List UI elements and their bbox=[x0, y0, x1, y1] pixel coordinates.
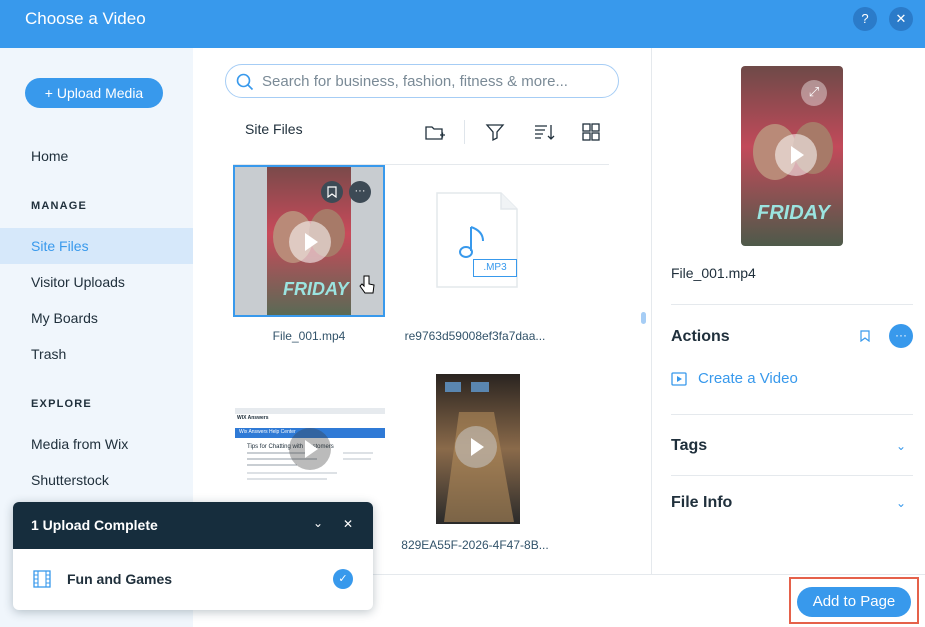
help-button[interactable]: ? bbox=[853, 7, 877, 31]
chevron-down-icon[interactable]: ⌄ bbox=[313, 516, 323, 530]
file-name: File_001.mp4 bbox=[272, 329, 346, 343]
chevron-down-icon[interactable]: ⌄ bbox=[896, 439, 906, 453]
play-icon[interactable] bbox=[289, 221, 331, 263]
sidebar-item-visitor-uploads[interactable]: Visitor Uploads bbox=[0, 264, 193, 300]
sidebar-item-trash[interactable]: Trash bbox=[0, 336, 193, 372]
mp3-badge: .MP3 bbox=[473, 259, 517, 277]
preview-thumbnail[interactable]: FRIDAY ⤢ bbox=[741, 66, 843, 246]
search-placeholder: Search for business, fashion, fitness & … bbox=[262, 73, 568, 90]
more-options-icon[interactable]: ··· bbox=[349, 181, 371, 203]
divider bbox=[671, 304, 913, 305]
details-panel: FRIDAY ⤢ File_001.mp4 Actions ··· Create… bbox=[651, 48, 925, 574]
manage-heading: MANAGE bbox=[31, 200, 88, 212]
selected-file-name: File_001.mp4 bbox=[671, 265, 756, 281]
dialog-title: Choose a Video bbox=[25, 9, 146, 28]
chevron-down-icon[interactable]: ⌄ bbox=[896, 496, 906, 510]
file-info-heading[interactable]: File Info bbox=[671, 494, 732, 512]
sidebar-item-site-files[interactable]: Site Files bbox=[0, 228, 193, 264]
new-folder-icon[interactable] bbox=[423, 120, 447, 144]
toast-title: 1 Upload Complete bbox=[31, 517, 158, 533]
search-input[interactable]: Search for business, fashion, fitness & … bbox=[225, 64, 619, 98]
grid-view-icon[interactable] bbox=[579, 120, 603, 144]
sidebar-item-media-from-wix[interactable]: Media from Wix bbox=[0, 426, 193, 462]
play-icon[interactable] bbox=[775, 134, 817, 176]
file-thumbnail-audio[interactable]: .MP3 bbox=[399, 165, 551, 317]
tags-heading[interactable]: Tags bbox=[671, 437, 707, 455]
play-icon[interactable] bbox=[455, 426, 497, 468]
sidebar-item-my-boards[interactable]: My Boards bbox=[0, 300, 193, 336]
sort-icon[interactable] bbox=[532, 120, 556, 144]
video-overlay-text: FRIDAY bbox=[283, 279, 349, 299]
add-to-page-button[interactable]: Add to Page bbox=[797, 587, 911, 617]
upload-media-button[interactable]: + Upload Media bbox=[25, 78, 163, 108]
explore-heading: EXPLORE bbox=[31, 398, 92, 410]
scrollbar-thumb[interactable] bbox=[641, 312, 646, 324]
toolbar-divider bbox=[464, 120, 465, 144]
screenshot-logo: WIX Answers bbox=[237, 415, 269, 421]
toast-header: 1 Upload Complete ⌄ ✕ bbox=[13, 502, 373, 549]
checkmark-icon: ✓ bbox=[333, 569, 353, 589]
film-icon bbox=[33, 570, 51, 593]
play-icon[interactable] bbox=[289, 428, 331, 470]
add-to-page-highlight: Add to Page bbox=[789, 577, 919, 624]
file-browser: Search for business, fashion, fitness & … bbox=[193, 48, 651, 574]
file-name: re9763d59008ef3fa7daa... bbox=[404, 329, 546, 343]
filter-icon[interactable] bbox=[483, 120, 507, 144]
video-icon bbox=[671, 371, 687, 392]
sidebar-item-shutterstock[interactable]: Shutterstock bbox=[0, 462, 193, 498]
create-video-label: Create a Video bbox=[698, 370, 798, 387]
hand-cursor-icon bbox=[359, 275, 375, 300]
close-button[interactable]: ✕ bbox=[889, 7, 913, 31]
bookmark-icon[interactable] bbox=[860, 329, 870, 347]
file-name: 829EA55F-2026-4F47-8B... bbox=[401, 538, 549, 552]
actions-heading: Actions bbox=[671, 328, 730, 345]
screenshot-banner: Wix Answers Help Center bbox=[239, 429, 296, 435]
close-icon[interactable]: ✕ bbox=[343, 517, 353, 531]
divider bbox=[671, 475, 913, 476]
file-thumbnail-video[interactable] bbox=[399, 372, 551, 524]
sidebar-item-home[interactable]: Home bbox=[0, 138, 193, 174]
breadcrumb: Site Files bbox=[245, 121, 303, 137]
expand-icon[interactable]: ⤢ bbox=[801, 80, 827, 106]
file-thumbnail-video[interactable]: FRIDAY ··· bbox=[233, 165, 385, 317]
title-bar: Choose a Video ? ✕ bbox=[0, 0, 925, 48]
more-actions-button[interactable]: ··· bbox=[889, 324, 913, 348]
divider bbox=[671, 414, 913, 415]
preview-overlay-text: FRIDAY bbox=[757, 202, 830, 224]
uploaded-item-name: Fun and Games bbox=[67, 571, 173, 587]
search-icon bbox=[236, 73, 254, 96]
upload-toast: 1 Upload Complete ⌄ ✕ Fun and Games ✓ bbox=[13, 502, 373, 610]
bookmark-icon[interactable] bbox=[321, 181, 343, 203]
